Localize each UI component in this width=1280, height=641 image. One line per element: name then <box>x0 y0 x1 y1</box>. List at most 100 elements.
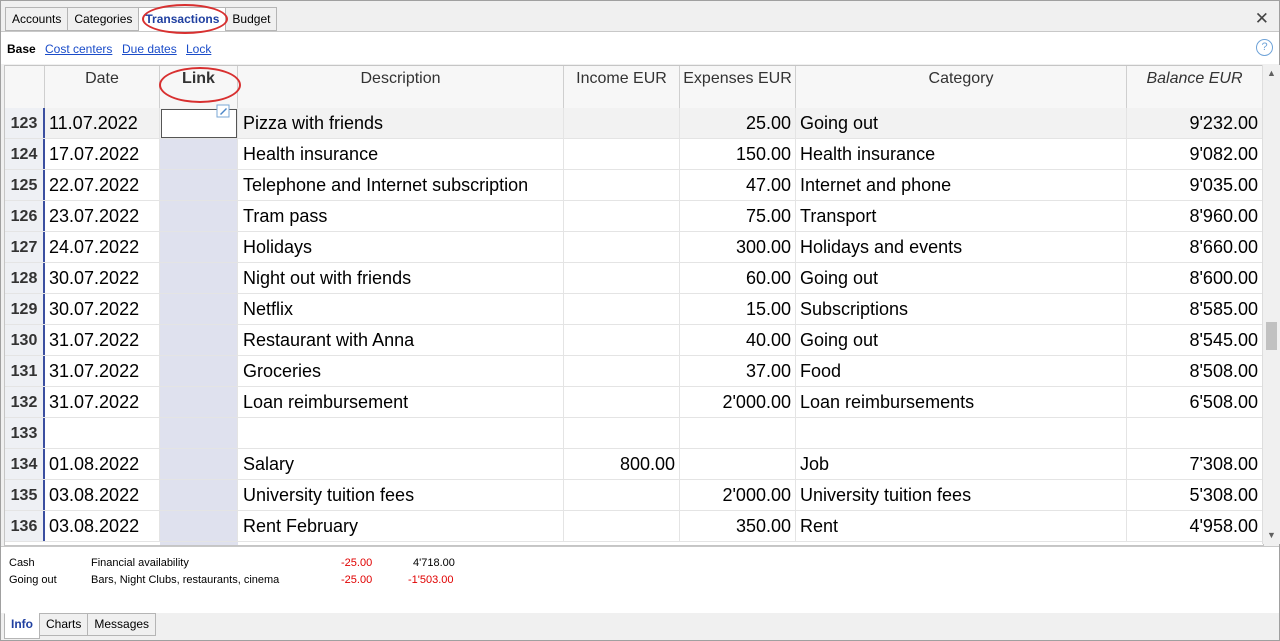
link-cell[interactable] <box>160 418 238 448</box>
header-description[interactable]: Description <box>238 66 564 108</box>
description-cell[interactable]: Salary <box>238 449 564 479</box>
expenses-cell[interactable] <box>680 449 796 479</box>
link-cell[interactable] <box>160 449 238 479</box>
link-cell[interactable] <box>160 325 238 355</box>
balance-cell[interactable]: 9'082.00 <box>1127 139 1263 169</box>
balance-cell[interactable]: 4'958.00 <box>1127 511 1263 541</box>
expenses-cell[interactable]: 15.00 <box>680 294 796 324</box>
link-cell[interactable] <box>160 356 238 386</box>
header-expenses[interactable]: Expenses EUR <box>680 66 796 108</box>
link-cell[interactable] <box>160 480 238 510</box>
date-cell[interactable]: 31.07.2022 <box>45 387 160 417</box>
link-cell[interactable] <box>160 232 238 262</box>
scroll-up-icon[interactable]: ▲ <box>1263 65 1280 82</box>
date-cell[interactable]: 11.07.2022 <box>45 108 160 138</box>
table-row[interactable]: 128 30.07.2022 Night out with friends 60.00… <box>5 263 1263 294</box>
table-row[interactable]: 135 03.08.2022 University tuition fees 2'00… <box>5 480 1263 511</box>
expenses-cell[interactable]: 40.00 <box>680 325 796 355</box>
header-balance[interactable]: Balance EUR <box>1127 66 1263 108</box>
table-row[interactable]: 130 31.07.2022 Restaurant with Anna 40.00 Go… <box>5 325 1263 356</box>
income-cell[interactable] <box>564 418 680 448</box>
date-cell[interactable]: 03.08.2022 <box>45 511 160 541</box>
header-date[interactable]: Date <box>45 66 160 108</box>
balance-cell[interactable]: 7'308.00 <box>1127 449 1263 479</box>
edit-pencil-icon[interactable] <box>216 104 230 118</box>
income-cell[interactable] <box>564 263 680 293</box>
income-cell[interactable] <box>564 325 680 355</box>
date-cell[interactable] <box>45 418 160 448</box>
link-cell[interactable] <box>160 139 238 169</box>
category-cell[interactable] <box>796 418 1127 448</box>
table-row[interactable]: 133 <box>5 418 1263 449</box>
category-cell[interactable]: Going out <box>796 325 1127 355</box>
income-cell[interactable] <box>564 108 680 138</box>
balance-cell[interactable]: 9'232.00 <box>1127 108 1263 138</box>
table-row[interactable]: 134 01.08.2022 Salary 800.00 Job 7'308.00 <box>5 449 1263 480</box>
category-cell[interactable]: University tuition fees <box>796 480 1127 510</box>
table-row[interactable]: 126 23.07.2022 Tram pass 75.00 Transport 8'96… <box>5 201 1263 232</box>
date-cell[interactable]: 17.07.2022 <box>45 139 160 169</box>
date-cell[interactable]: 31.07.2022 <box>45 325 160 355</box>
tab-messages[interactable]: Messages <box>87 613 157 636</box>
category-cell[interactable]: Internet and phone <box>796 170 1127 200</box>
table-row[interactable]: 123 11.07.2022 Pizza with friends 25.00 Goin… <box>5 108 1263 139</box>
date-cell[interactable]: 30.07.2022 <box>45 263 160 293</box>
tab-accounts[interactable]: Accounts <box>5 7 69 31</box>
description-cell[interactable]: Telephone and Internet subscription <box>238 170 564 200</box>
category-cell[interactable]: Holidays and events <box>796 232 1127 262</box>
expenses-cell[interactable]: 75.00 <box>680 201 796 231</box>
close-icon[interactable]: ✕ <box>1255 9 1269 29</box>
description-cell[interactable]: Tram pass <box>238 201 564 231</box>
date-cell[interactable]: 03.08.2022 <box>45 480 160 510</box>
expenses-cell[interactable]: 2'000.00 <box>680 480 796 510</box>
link-cell[interactable] <box>160 263 238 293</box>
balance-cell[interactable]: 5'308.00 <box>1127 480 1263 510</box>
date-cell[interactable]: 23.07.2022 <box>45 201 160 231</box>
balance-cell[interactable]: 8'600.00 <box>1127 263 1263 293</box>
category-cell[interactable]: Job <box>796 449 1127 479</box>
header-link[interactable]: Link <box>160 66 238 108</box>
link-cell[interactable] <box>160 387 238 417</box>
income-cell[interactable]: 800.00 <box>564 449 680 479</box>
description-cell[interactable] <box>238 418 564 448</box>
expenses-cell[interactable] <box>680 418 796 448</box>
view-due-dates[interactable]: Due dates <box>122 42 177 56</box>
table-row[interactable]: 124 17.07.2022 Health insurance 150.00 Healt… <box>5 139 1263 170</box>
view-base[interactable]: Base <box>7 42 36 56</box>
expenses-cell[interactable]: 350.00 <box>680 511 796 541</box>
header-income[interactable]: Income EUR <box>564 66 680 108</box>
date-cell[interactable]: 22.07.2022 <box>45 170 160 200</box>
category-cell[interactable]: Loan reimbursements <box>796 387 1127 417</box>
table-row[interactable]: 132 31.07.2022 Loan reimbursement 2'000.00 L… <box>5 387 1263 418</box>
expenses-cell[interactable]: 37.00 <box>680 356 796 386</box>
header-category[interactable]: Category <box>796 66 1127 108</box>
link-cell[interactable] <box>160 170 238 200</box>
description-cell[interactable]: Loan reimbursement <box>238 387 564 417</box>
date-cell[interactable]: 30.07.2022 <box>45 294 160 324</box>
balance-cell[interactable]: 8'585.00 <box>1127 294 1263 324</box>
table-row[interactable]: 136 03.08.2022 Rent February 350.00 Rent 4'95… <box>5 511 1263 542</box>
description-cell[interactable]: Groceries <box>238 356 564 386</box>
date-cell[interactable]: 01.08.2022 <box>45 449 160 479</box>
help-icon[interactable]: ? <box>1256 39 1273 56</box>
category-cell[interactable]: Food <box>796 356 1127 386</box>
income-cell[interactable] <box>564 201 680 231</box>
tab-info[interactable]: Info <box>4 613 40 639</box>
category-cell[interactable]: Rent <box>796 511 1127 541</box>
table-row[interactable]: 131 31.07.2022 Groceries 37.00 Food 8'508.00 <box>5 356 1263 387</box>
category-cell[interactable]: Health insurance <box>796 139 1127 169</box>
link-cell[interactable] <box>160 511 238 541</box>
income-cell[interactable] <box>564 170 680 200</box>
balance-cell[interactable]: 6'508.00 <box>1127 387 1263 417</box>
tab-charts[interactable]: Charts <box>39 613 89 636</box>
income-cell[interactable] <box>564 480 680 510</box>
tab-categories[interactable]: Categories <box>67 7 140 31</box>
tab-budget[interactable]: Budget <box>225 7 278 31</box>
income-cell[interactable] <box>564 139 680 169</box>
description-cell[interactable]: University tuition fees <box>238 480 564 510</box>
expenses-cell[interactable]: 47.00 <box>680 170 796 200</box>
description-cell[interactable]: Health insurance <box>238 139 564 169</box>
link-cell[interactable] <box>160 201 238 231</box>
description-cell[interactable]: Restaurant with Anna <box>238 325 564 355</box>
balance-cell[interactable]: 8'508.00 <box>1127 356 1263 386</box>
